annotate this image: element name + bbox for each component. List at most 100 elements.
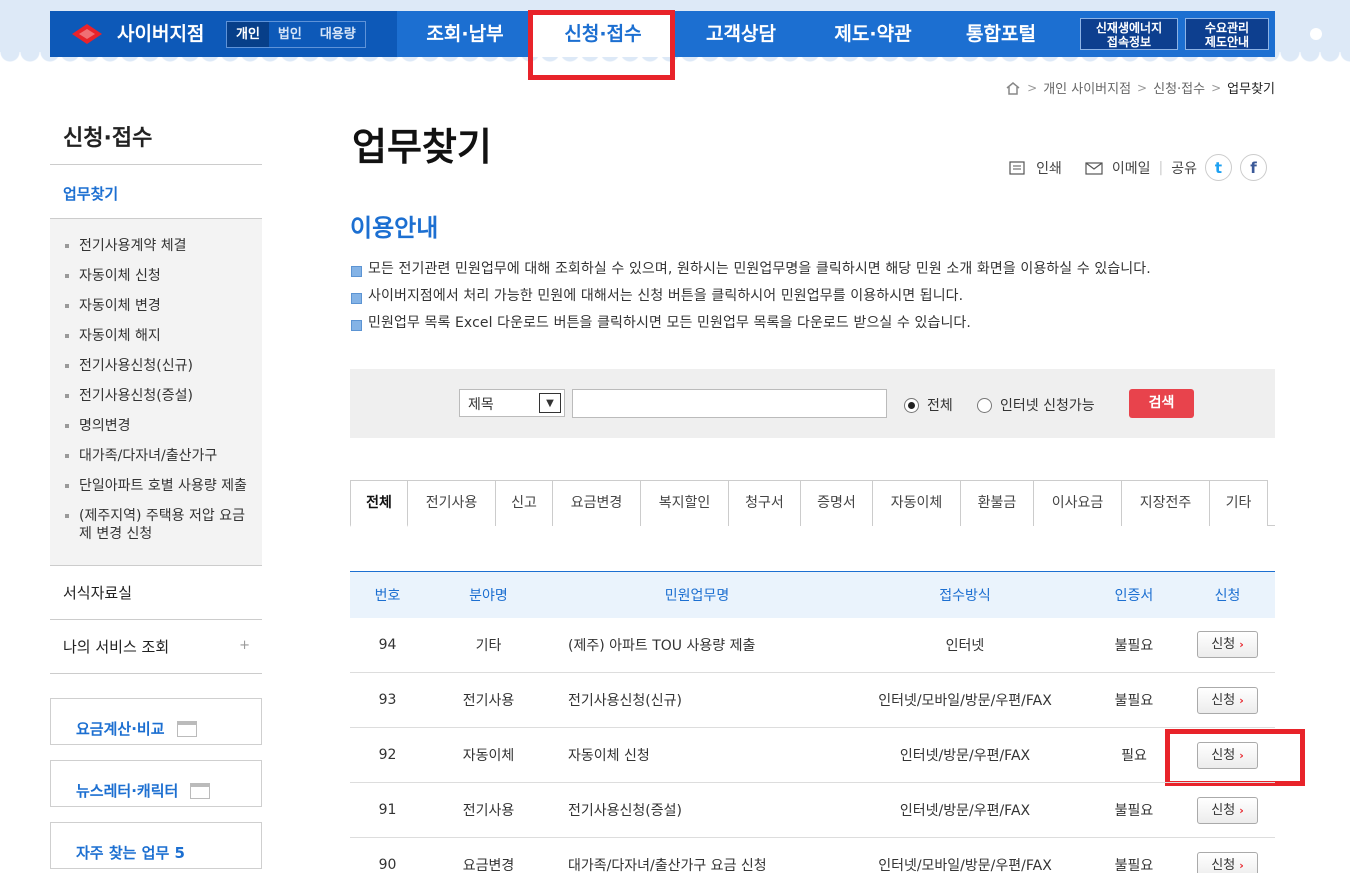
email-icon[interactable] xyxy=(1084,160,1104,176)
print-icon[interactable] xyxy=(1008,160,1028,176)
menu-customer-consult[interactable]: 고객상담 xyxy=(673,11,809,57)
side-nav-subitem[interactable]: 전기사용신청(증설) xyxy=(50,381,262,411)
tab-etc[interactable]: 기타 xyxy=(1210,480,1268,526)
demand-management-button[interactable]: 수요관리 제도안내 xyxy=(1185,18,1269,50)
chevron-right-icon: › xyxy=(1239,638,1244,652)
side-nav-item-business-search[interactable]: 업무찾기 xyxy=(50,165,262,219)
chevron-down-icon[interactable]: ▼ xyxy=(539,393,561,413)
new-window-icon xyxy=(176,720,197,737)
section-title: 이용안내 xyxy=(350,214,439,242)
side-navigation: 신청·접수 업무찾기 전기사용계약 체결 자동이체 신청 자동이체 변경 자동이… xyxy=(50,110,262,873)
apply-button[interactable]: 신청 › xyxy=(1197,741,1258,769)
cell-number: 90 xyxy=(350,837,425,873)
tab-auto-transfer[interactable]: 자동이체 xyxy=(873,480,961,526)
cell-certificate: 불필요 xyxy=(1088,782,1180,838)
print-label[interactable]: 인쇄 xyxy=(1036,158,1062,178)
side-nav-item-label: 나의 서비스 조회 xyxy=(63,638,170,656)
side-nav-item-label: 서식자료실 xyxy=(63,584,133,602)
twitter-icon[interactable]: t xyxy=(1205,154,1232,181)
facebook-icon[interactable]: f xyxy=(1240,154,1267,181)
apply-button[interactable]: 신청 › xyxy=(1197,631,1258,659)
quick-link-frequent[interactable]: 자주 찾는 업무 5 xyxy=(50,822,262,869)
search-field-select[interactable]: 제목 ▼ xyxy=(459,389,565,417)
customer-type-switcher: 개인 법인 대용량 xyxy=(226,21,366,48)
apply-button[interactable]: 신청 › xyxy=(1197,686,1258,714)
email-label[interactable]: 이메일 xyxy=(1112,158,1151,178)
side-nav-item-my-service[interactable]: 나의 서비스 조회 + xyxy=(50,620,262,674)
cell-field: 자동이체 xyxy=(425,727,552,783)
menu-inquiry-payment[interactable]: 조회·납부 xyxy=(397,11,533,57)
radio-button[interactable] xyxy=(977,397,992,413)
renewable-energy-line1: 신재생에너지 xyxy=(1095,21,1163,35)
radio-all[interactable]: 전체 xyxy=(904,395,953,415)
column-header: 신청 xyxy=(1180,571,1275,618)
menu-terms[interactable]: 제도·약관 xyxy=(809,11,937,57)
side-nav-subitem[interactable]: 자동이체 변경 xyxy=(50,291,262,321)
table-row: 93 전기사용 전기사용신청(신규) 인터넷/모바일/방문/우편/FAX 불필요… xyxy=(350,672,1275,728)
tab-moving-fee[interactable]: 이사요금 xyxy=(1034,480,1122,526)
cell-service-name[interactable]: 자동이체 신청 xyxy=(552,727,842,783)
breadcrumb-item[interactable]: 신청·접수 xyxy=(1153,78,1205,97)
apply-button[interactable]: 신청 › xyxy=(1197,796,1258,824)
menu-portal[interactable]: 통합포털 xyxy=(937,11,1065,57)
side-nav-subitem[interactable]: 명의변경 xyxy=(50,411,262,441)
renewable-energy-button[interactable]: 신재생에너지 접속정보 xyxy=(1080,18,1178,50)
tab-welfare-discount[interactable]: 복지할인 xyxy=(641,480,729,526)
tab-bill[interactable]: 청구서 xyxy=(729,480,801,526)
service-table: 번호 분야명 민원업무명 접수방식 인증서 신청 94 기타 (제주) 아파트 … xyxy=(350,571,1275,873)
cell-apply: 신청 › xyxy=(1180,782,1275,838)
tab-electricity[interactable]: 전기사용 xyxy=(408,480,496,526)
tab-pole[interactable]: 지장전주 xyxy=(1122,480,1210,526)
demand-management-line2: 제도안내 xyxy=(1204,35,1250,49)
radio-online[interactable]: 인터넷 신청가능 xyxy=(977,395,1095,415)
tab-certificate[interactable]: 증명서 xyxy=(801,480,873,526)
cell-number: 94 xyxy=(350,617,425,673)
side-nav-subitem[interactable]: 자동이체 해지 xyxy=(50,321,262,351)
search-button[interactable]: 검색 xyxy=(1129,389,1194,418)
cell-service-name[interactable]: 대가족/다자녀/출산가구 요금 신청 xyxy=(552,837,842,873)
apply-button[interactable]: 신청 › xyxy=(1197,851,1258,873)
apply-label: 신청 xyxy=(1211,857,1236,873)
cell-service-name[interactable]: 전기사용신청(증설) xyxy=(552,782,842,838)
home-icon[interactable] xyxy=(1005,81,1021,95)
tab-fee-change[interactable]: 요금변경 xyxy=(553,480,641,526)
breadcrumb-separator: > xyxy=(1027,80,1038,95)
radio-button-checked[interactable] xyxy=(904,397,919,413)
search-input[interactable] xyxy=(572,389,887,418)
segment-personal[interactable]: 개인 xyxy=(227,22,269,47)
side-nav-subitem[interactable]: 단일아파트 호별 사용량 제출 xyxy=(50,471,262,501)
side-nav-subitem[interactable]: (제주지역) 주택용 저압 요금제 변경 신청 xyxy=(50,501,262,549)
side-nav-subitem[interactable]: 대가족/다자녀/출산가구 xyxy=(50,441,262,471)
table-row: 91 전기사용 전기사용신청(증설) 인터넷/방문/우편/FAX 불필요 신청 › xyxy=(350,782,1275,838)
table-row: 94 기타 (제주) 아파트 TOU 사용량 제출 인터넷 불필요 신청 › xyxy=(350,617,1275,673)
quick-link-label: 자주 찾는 업무 5 xyxy=(76,844,185,862)
cell-service-name[interactable]: 전기사용신청(신규) xyxy=(552,672,842,728)
quick-link-label: 요금계산·비교 xyxy=(76,720,165,738)
cell-certificate: 불필요 xyxy=(1088,617,1180,673)
quick-link-fee-calc[interactable]: 요금계산·비교 xyxy=(50,698,262,745)
chevron-right-icon: › xyxy=(1239,748,1244,762)
tab-report[interactable]: 신고 xyxy=(496,480,553,526)
segment-corporate[interactable]: 법인 xyxy=(269,22,311,47)
cell-certificate: 불필요 xyxy=(1088,837,1180,873)
column-header: 번호 xyxy=(350,571,425,618)
cell-number: 91 xyxy=(350,782,425,838)
cell-apply: 신청 › xyxy=(1180,617,1275,673)
tab-refund[interactable]: 환불금 xyxy=(961,480,1034,526)
kepco-logo-icon xyxy=(72,24,102,44)
chevron-right-icon: › xyxy=(1239,803,1244,817)
page-title: 업무찾기 xyxy=(352,125,492,169)
plus-icon[interactable]: + xyxy=(239,638,250,653)
tab-all[interactable]: 전체 xyxy=(350,480,408,527)
cell-service-name[interactable]: (제주) 아파트 TOU 사용량 제출 xyxy=(552,617,842,673)
segment-large[interactable]: 대용량 xyxy=(311,22,365,47)
cell-method: 인터넷/방문/우편/FAX xyxy=(842,727,1088,783)
breadcrumb-item[interactable]: 개인 사이버지점 xyxy=(1043,78,1131,97)
side-nav-subitem[interactable]: 자동이체 신청 xyxy=(50,261,262,291)
side-nav-subitem[interactable]: 전기사용계약 체결 xyxy=(50,231,262,261)
quick-link-newsletter[interactable]: 뉴스레터·캐릭터 xyxy=(50,760,262,807)
side-nav-item-forms[interactable]: 서식자료실 xyxy=(50,566,262,620)
side-nav-subitem[interactable]: 전기사용신청(신규) xyxy=(50,351,262,381)
brand-name[interactable]: 사이버지점 xyxy=(117,11,204,57)
cell-certificate: 불필요 xyxy=(1088,672,1180,728)
